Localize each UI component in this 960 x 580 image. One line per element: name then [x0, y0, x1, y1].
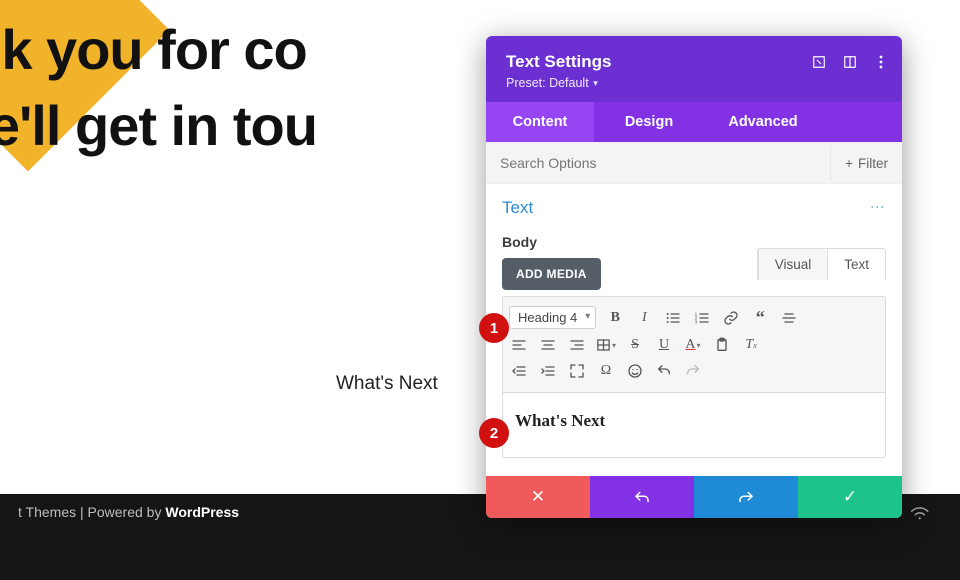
wysiwyg-toolbar: Heading 4 B I 123 “ ▾ S U A▾ [502, 296, 886, 393]
undo-action-button[interactable] [590, 476, 694, 518]
add-media-button[interactable]: ADD MEDIA [502, 258, 601, 290]
filter-button[interactable]: + Filter [830, 146, 902, 181]
redo-action-button[interactable] [694, 476, 798, 518]
align-center2-icon[interactable] [538, 335, 558, 355]
search-row: + Filter [486, 142, 902, 184]
tab-design[interactable]: Design [594, 102, 704, 142]
paste-icon[interactable] [712, 335, 732, 355]
undo-icon[interactable] [654, 361, 674, 381]
emoji-icon[interactable] [625, 361, 645, 381]
svg-text:3: 3 [695, 319, 698, 324]
editor-mode-tabs: Visual Text [757, 248, 886, 280]
outdent-icon[interactable] [509, 361, 529, 381]
section-title-text[interactable]: Text [502, 198, 533, 218]
modal-tabs: Content Design Advanced [486, 102, 902, 142]
save-button[interactable]: ✓ [798, 476, 902, 518]
check-icon: ✓ [843, 487, 857, 507]
search-input[interactable] [486, 143, 830, 183]
fullscreen-icon[interactable] [567, 361, 587, 381]
tab-visual[interactable]: Visual [758, 249, 828, 280]
redo-icon [737, 488, 755, 506]
align-left-icon[interactable] [509, 335, 529, 355]
chevron-down-icon: ▾ [591, 78, 598, 88]
tab-content[interactable]: Content [486, 102, 594, 142]
modal-header: Text Settings Preset: Default ▾ [486, 36, 902, 102]
kebab-icon[interactable] [873, 54, 888, 69]
annotation-badge-2: 2 [479, 418, 509, 448]
bullet-list-icon[interactable] [663, 308, 683, 328]
filter-label: Filter [858, 156, 888, 171]
discard-button[interactable]: ✕ [486, 476, 590, 518]
redo-icon[interactable] [683, 361, 703, 381]
annotation-badge-1: 1 [479, 313, 509, 343]
page-subheading: What's Next [336, 373, 438, 395]
align-center-icon[interactable] [779, 308, 799, 328]
format-dropdown[interactable]: Heading 4 [509, 306, 596, 329]
section-menu-icon[interactable]: ⋮ [870, 200, 886, 216]
preset-dropdown[interactable]: Preset: Default ▾ [506, 76, 882, 90]
blockquote-icon[interactable]: “ [750, 308, 770, 328]
hero-text: ank you for co We'll get in tou [0, 12, 317, 163]
rss-icon[interactable] [908, 499, 936, 527]
undo-icon [633, 488, 651, 506]
table-icon[interactable]: ▾ [596, 335, 616, 355]
modal-header-controls [811, 54, 888, 69]
columns-icon[interactable] [842, 54, 857, 69]
text-settings-modal: Text Settings Preset: Default ▾ Content … [486, 36, 902, 518]
plus-icon: + [845, 156, 853, 171]
expand-icon[interactable] [811, 54, 826, 69]
clear-format-icon[interactable]: Tx [741, 335, 761, 355]
modal-actions: ✕ ✓ [486, 476, 902, 518]
align-right-icon[interactable] [567, 335, 587, 355]
underline-icon[interactable]: U [654, 335, 674, 355]
close-icon: ✕ [531, 487, 545, 507]
italic-icon[interactable]: I [634, 308, 654, 328]
link-icon[interactable] [721, 308, 741, 328]
strikethrough-icon[interactable]: S [625, 335, 645, 355]
editor-content[interactable]: What's Next [502, 393, 886, 458]
indent-icon[interactable] [538, 361, 558, 381]
modal-body: Text ⋮ Body ADD MEDIA Visual Text Headin… [486, 184, 902, 476]
tab-advanced[interactable]: Advanced [704, 102, 822, 142]
special-char-icon[interactable]: Ω [596, 361, 616, 381]
bold-icon[interactable]: B [605, 308, 625, 328]
numbered-list-icon[interactable]: 123 [692, 308, 712, 328]
text-color-icon[interactable]: A▾ [683, 335, 703, 355]
tab-text-mode[interactable]: Text [827, 249, 885, 280]
footer-text: t Themes | Powered by WordPress [18, 504, 239, 520]
